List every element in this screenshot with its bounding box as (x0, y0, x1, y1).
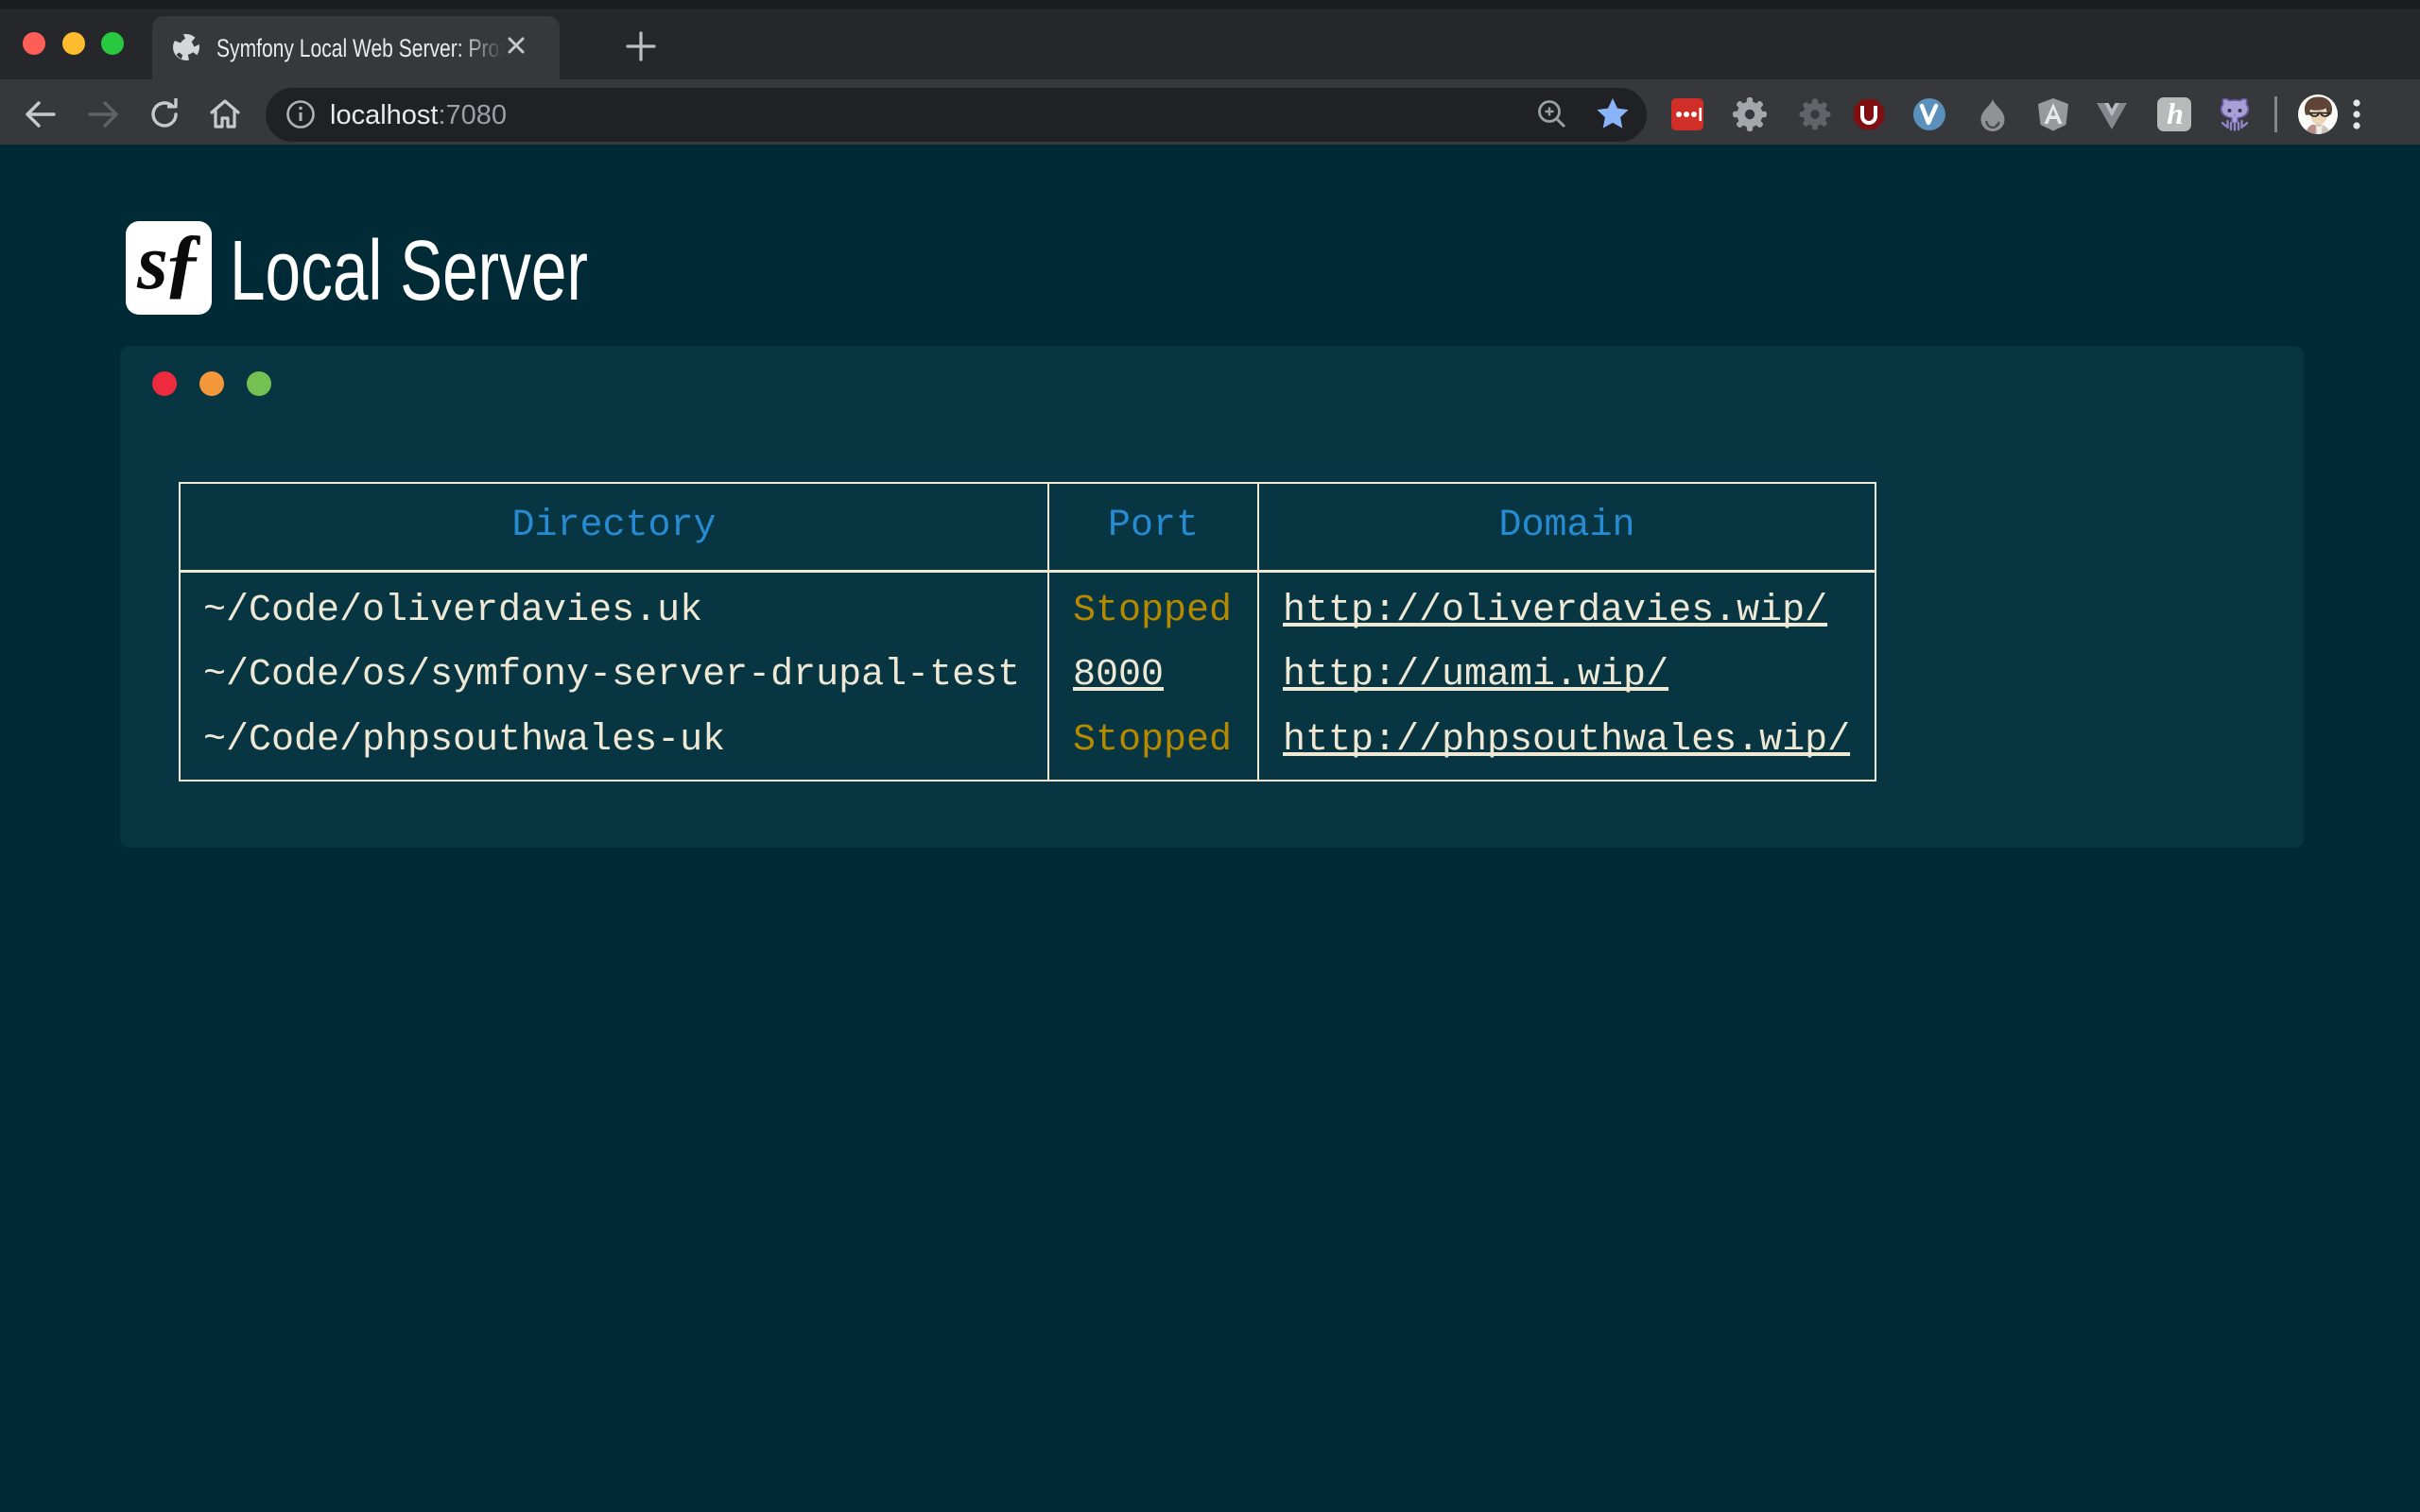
svg-text:h: h (2167, 96, 2184, 130)
